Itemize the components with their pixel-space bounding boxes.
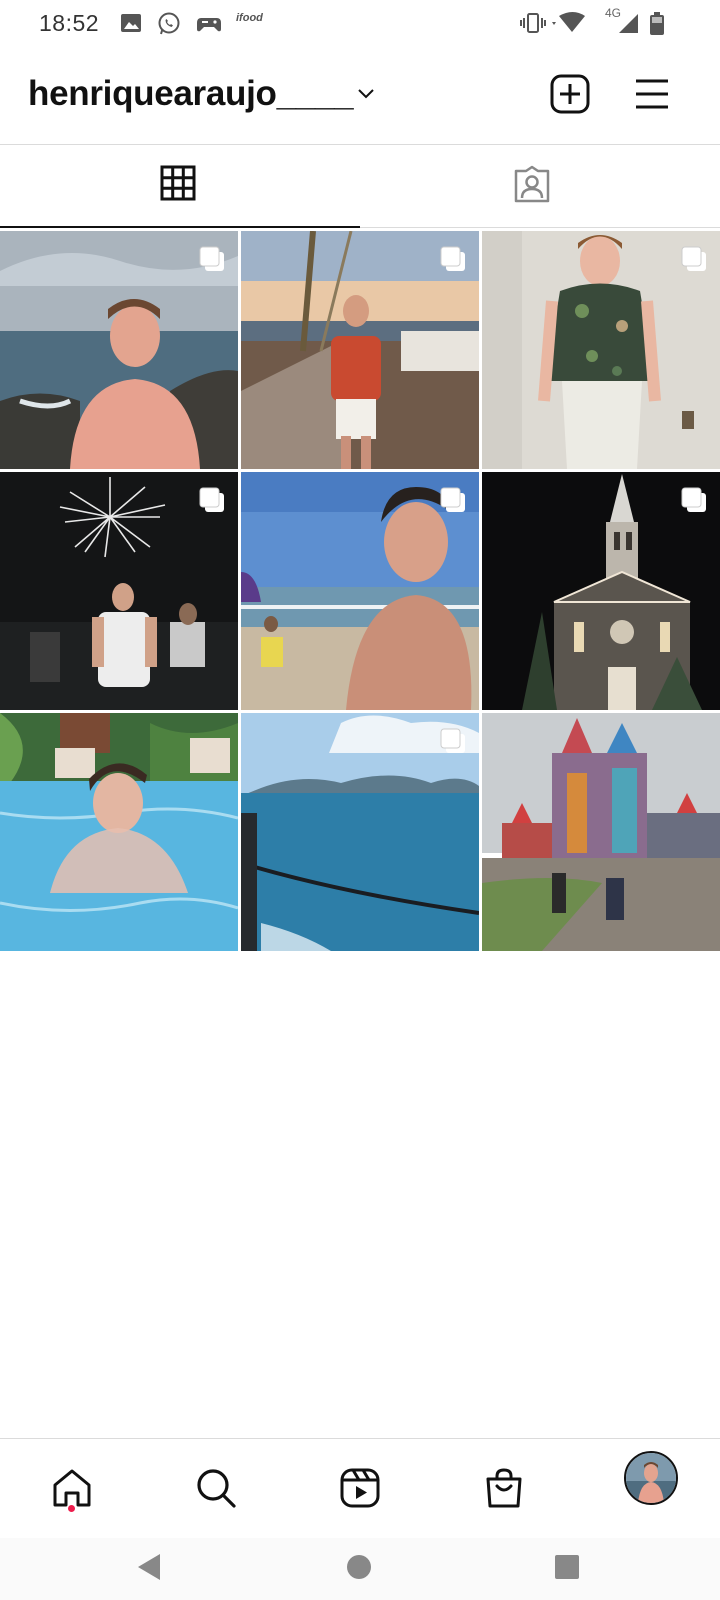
multiple-photos-icon	[199, 246, 224, 271]
profile-tabs	[0, 145, 720, 228]
game-controller-icon	[197, 18, 221, 32]
tab-tagged[interactable]	[360, 145, 720, 227]
signal-icon	[619, 14, 638, 33]
whatsapp-icon	[158, 12, 180, 35]
post-thumbnail[interactable]	[482, 713, 720, 951]
username-switcher[interactable]: henriquearaujo____	[28, 74, 354, 114]
post-thumbnail[interactable]	[241, 713, 479, 951]
active-tab-indicator	[0, 226, 360, 228]
post-photo	[0, 713, 238, 951]
system-nav-bar	[0, 1538, 720, 1600]
multiple-photos-icon	[440, 487, 465, 512]
nav-reels[interactable]	[288, 1439, 432, 1539]
shopping-bag-icon	[486, 1468, 522, 1508]
multiple-photos-icon	[440, 246, 465, 271]
reels-icon	[340, 1468, 380, 1508]
multiple-photos-icon	[681, 246, 706, 271]
home-circle-icon[interactable]	[345, 1552, 373, 1582]
image-icon	[121, 14, 141, 32]
status-time: 18:52	[39, 10, 100, 36]
post-thumbnail[interactable]	[0, 472, 238, 710]
wifi-icon	[552, 12, 585, 32]
home-icon	[53, 1469, 91, 1507]
post-thumbnail[interactable]	[482, 231, 720, 469]
post-thumbnail[interactable]	[241, 231, 479, 469]
home-notification-dot	[68, 1505, 75, 1512]
grid-icon	[160, 165, 196, 201]
multiple-photos-icon	[199, 487, 224, 512]
chevron-down-icon[interactable]	[357, 88, 375, 100]
recents-icon[interactable]	[553, 1552, 581, 1582]
back-icon[interactable]	[136, 1552, 162, 1582]
status-bar: 18:52 ifood 4G	[0, 0, 720, 48]
post-thumbnail[interactable]	[241, 472, 479, 710]
ifood-icon: ifood	[236, 12, 263, 24]
profile-avatar[interactable]	[624, 1451, 678, 1505]
plus-square-icon[interactable]	[550, 74, 590, 114]
nav-search[interactable]	[144, 1439, 288, 1539]
post-thumbnail[interactable]	[482, 472, 720, 710]
multiple-photos-icon	[681, 487, 706, 512]
vibrate-icon	[520, 13, 546, 33]
multiple-photos-icon	[440, 728, 465, 753]
hamburger-menu-icon[interactable]	[634, 78, 670, 110]
nav-shop[interactable]	[432, 1439, 576, 1539]
profile-header: henriquearaujo____	[0, 48, 720, 145]
tab-posts-grid[interactable]	[0, 145, 360, 228]
nav-home[interactable]	[0, 1439, 144, 1539]
bottom-nav	[0, 1438, 720, 1539]
post-thumbnail[interactable]	[0, 231, 238, 469]
battery-icon	[650, 12, 664, 35]
post-photo	[482, 713, 720, 951]
search-icon	[197, 1469, 236, 1508]
profile-avatar-photo	[626, 1453, 676, 1503]
tagged-person-icon	[514, 165, 550, 203]
post-thumbnail[interactable]	[0, 713, 238, 951]
